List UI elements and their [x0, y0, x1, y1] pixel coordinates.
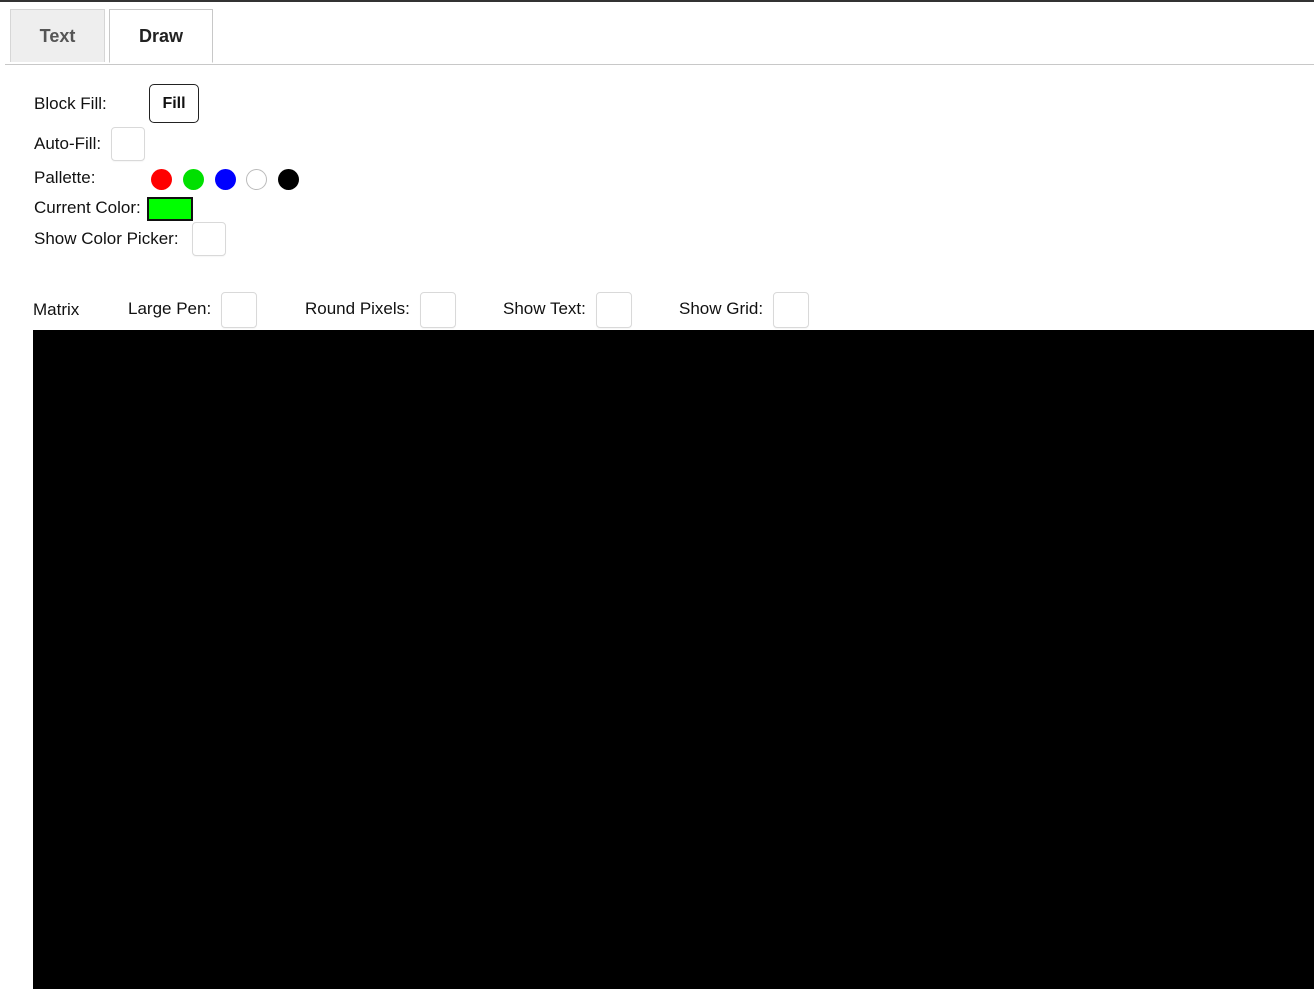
- current-color-label: Current Color:: [34, 198, 141, 217]
- round-pixels-checkbox[interactable]: [420, 292, 456, 328]
- tab-bar: Text Draw: [5, 8, 1314, 65]
- swatch-red[interactable]: [151, 169, 172, 190]
- top-border: [0, 0, 1314, 2]
- matrix-title: Matrix: [33, 300, 80, 319]
- block-fill-label: Block Fill:: [34, 94, 107, 113]
- swatch-green[interactable]: [183, 169, 204, 190]
- auto-fill-checkbox[interactable]: [111, 127, 145, 161]
- fill-button[interactable]: Fill: [149, 84, 199, 123]
- large-pen-label: Large Pen:: [128, 299, 212, 318]
- matrix-canvas[interactable]: [33, 330, 1314, 989]
- show-color-picker-label: Show Color Picker:: [34, 229, 179, 248]
- swatch-white[interactable]: [246, 169, 267, 190]
- large-pen-checkbox[interactable]: [221, 292, 257, 328]
- current-color-swatch: [147, 197, 193, 221]
- show-text-checkbox[interactable]: [596, 292, 632, 328]
- tab-draw[interactable]: Draw: [109, 9, 213, 63]
- show-grid-checkbox[interactable]: [773, 292, 809, 328]
- pallette-label: Pallette:: [34, 168, 96, 187]
- swatch-blue[interactable]: [215, 169, 236, 190]
- show-text-label: Show Text:: [503, 299, 586, 318]
- round-pixels-label: Round Pixels:: [305, 299, 410, 318]
- swatch-black[interactable]: [278, 169, 299, 190]
- tab-text[interactable]: Text: [10, 9, 105, 62]
- show-grid-label: Show Grid:: [679, 299, 764, 318]
- auto-fill-label: Auto-Fill:: [34, 134, 102, 153]
- show-color-picker-checkbox[interactable]: [192, 222, 226, 256]
